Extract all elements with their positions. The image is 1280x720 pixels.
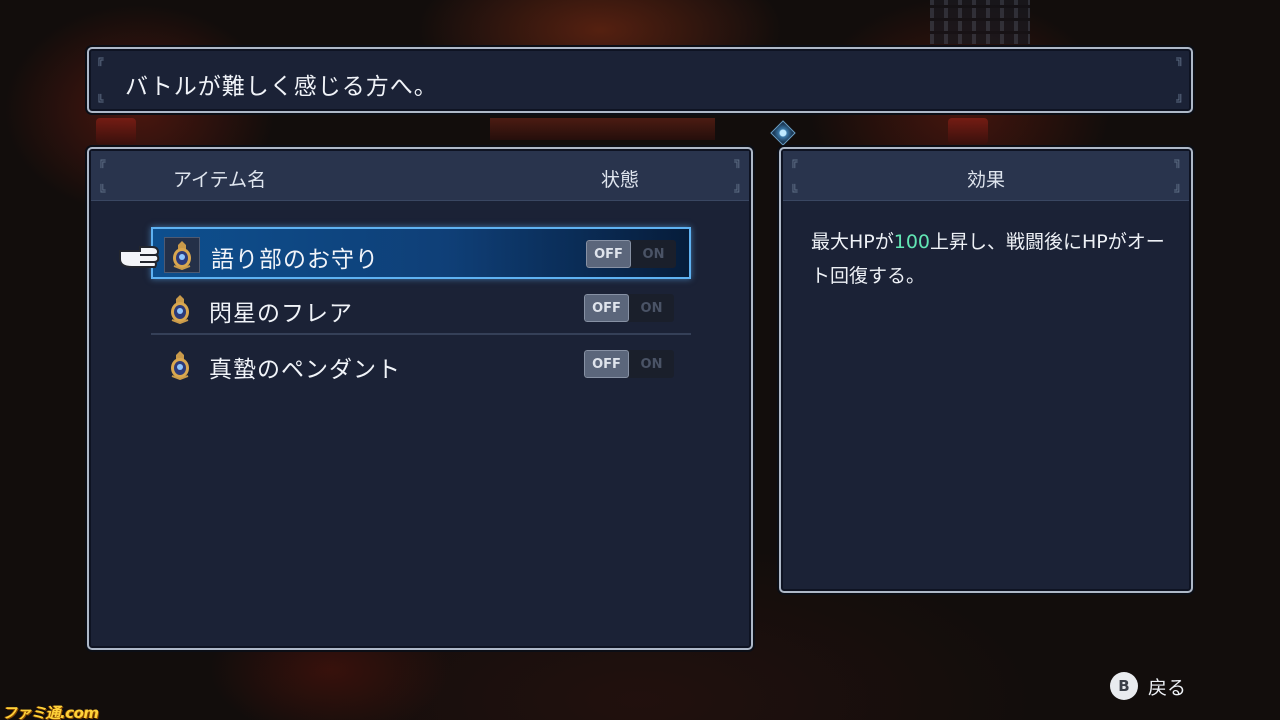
background-torch: [948, 118, 988, 144]
corner-ornament: ╗: [1176, 52, 1184, 66]
background-torch: [96, 118, 136, 144]
message-panel: ╔ ╗ ╚ ╝ バトルが難しく感じる方へ。: [87, 47, 1193, 113]
items-panel: ╔ ╗ ╚ ╝ アイテム名 状態 語り部のお守り OFF ON 閃星のフレア O…: [87, 147, 753, 650]
pointing-hand-cursor-icon: [118, 241, 160, 273]
column-header-status: 状態: [601, 169, 640, 191]
toggle-on-option[interactable]: ON: [629, 350, 674, 378]
item-row-shinshitsu-no-pendant[interactable]: 真蟄のペンダント OFF ON: [151, 339, 691, 391]
corner-ornament: ╔: [96, 52, 104, 66]
toggle-on-option[interactable]: ON: [631, 240, 676, 268]
background-beam: [490, 118, 715, 140]
watermark-logo: ファミ通.com: [2, 704, 99, 720]
corner-ornament: ╗: [734, 154, 742, 168]
toggle-on-option[interactable]: ON: [629, 294, 674, 322]
back-button[interactable]: B 戻る: [1110, 672, 1186, 700]
toggle-off-option[interactable]: OFF: [584, 350, 629, 378]
amulet-icon: [162, 347, 198, 383]
item-name: 語り部のお守り: [211, 247, 379, 273]
effect-header: 効果: [966, 169, 1005, 191]
items-panel-header: ╔ ╗ ╚ ╝ アイテム名 状態: [91, 151, 749, 201]
effect-panel: ╔ ╗ ╚ ╝ 効果 最大HPが100上昇し、戦闘後にHPがオート回復する。: [779, 147, 1193, 593]
effect-panel-header: ╔ ╗ ╚ ╝ 効果: [783, 151, 1189, 201]
corner-ornament: [93, 631, 107, 645]
off-on-toggle[interactable]: OFF ON: [584, 294, 674, 322]
effect-text-part: 最大HPが: [811, 231, 894, 253]
amulet-icon: [162, 291, 198, 327]
off-on-toggle[interactable]: OFF ON: [586, 240, 676, 268]
item-row-kataribe-omamori[interactable]: 語り部のお守り OFF ON: [151, 227, 691, 279]
corner-ornament: ╚: [98, 184, 106, 198]
corner-ornament: ╝: [734, 184, 742, 198]
toggle-off-option[interactable]: OFF: [584, 294, 629, 322]
corner-ornament: ╝: [1176, 94, 1184, 108]
off-on-toggle[interactable]: OFF ON: [584, 350, 674, 378]
effect-description: 最大HPが100上昇し、戦闘後にHPがオート回復する。: [811, 225, 1171, 293]
b-button-icon: B: [1110, 672, 1138, 700]
corner-ornament: ╚: [96, 94, 104, 108]
background-window: [930, 0, 1030, 44]
amulet-icon: [164, 237, 200, 273]
column-header-item-name: アイテム名: [173, 169, 267, 191]
item-name: 真蟄のペンダント: [209, 357, 401, 383]
corner-ornament: ╔: [98, 154, 106, 168]
toggle-off-option[interactable]: OFF: [586, 240, 631, 268]
item-name: 閃星のフレア: [209, 301, 353, 327]
item-row-sensei-no-flare[interactable]: 閃星のフレア OFF ON: [151, 283, 691, 335]
message-text: バトルが難しく感じる方へ。: [125, 74, 438, 100]
effect-highlight-value: 100: [893, 231, 931, 253]
back-label: 戻る: [1148, 676, 1187, 699]
